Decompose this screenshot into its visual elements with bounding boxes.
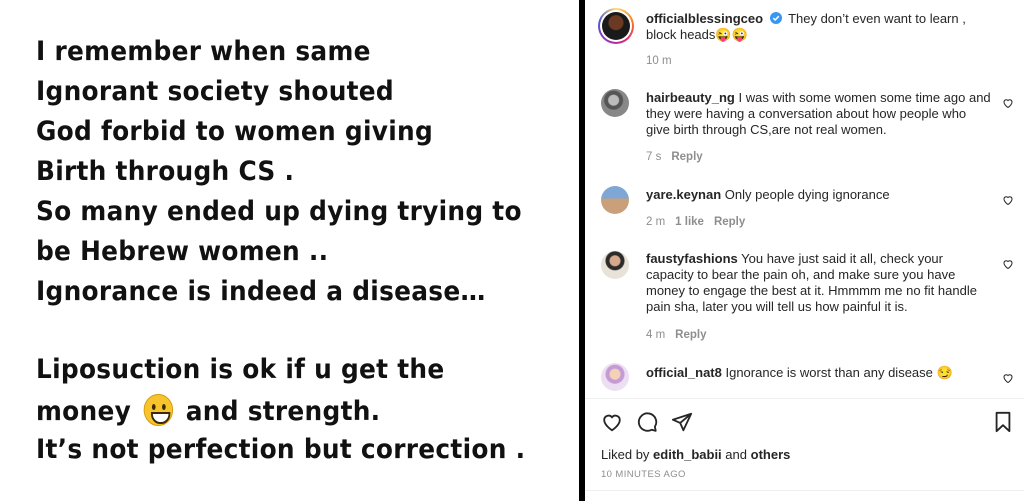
comment-text: Ignorance is worst than any disease 😏	[725, 365, 953, 380]
poster-image: I remember when same Ignorant society sh…	[0, 0, 580, 501]
reply-button[interactable]: Reply	[671, 151, 702, 163]
poster-line: I remember when same	[36, 36, 371, 67]
like-heart-icon[interactable]	[601, 411, 623, 433]
post-caption: officialblessingceo They don’t even want…	[646, 11, 996, 43]
author-avatar[interactable]	[598, 8, 634, 44]
share-icon[interactable]	[671, 411, 693, 433]
grinning-face-emoji-icon	[143, 394, 174, 426]
poster-line: It’s not perfection but correction .	[36, 434, 526, 465]
comment-meta: 4 m Reply	[646, 329, 707, 341]
heart-icon[interactable]	[1002, 258, 1014, 270]
poster-line: Ignorant society shouted	[36, 76, 394, 107]
poster-line-money: money and strength.	[36, 394, 380, 427]
comment: faustyfashions You have just said it all…	[646, 251, 991, 315]
reply-button[interactable]: Reply	[714, 216, 745, 228]
comment-age: 4 m	[646, 329, 666, 341]
poster-line: Ignorance is indeed a disease…	[36, 276, 486, 307]
poster-line: So many ended up dying trying to	[36, 196, 522, 227]
comment-age: 2 m	[646, 216, 666, 228]
reply-button[interactable]: Reply	[675, 329, 706, 341]
comment-age: 7 s	[646, 151, 662, 163]
comment-username[interactable]: hairbeauty_ng	[646, 90, 735, 105]
comment: yare.keynan Only people dying ignorance	[646, 187, 991, 203]
separator	[585, 398, 1024, 399]
avatar[interactable]	[601, 89, 629, 117]
poster-line: Birth through CS .	[36, 156, 295, 187]
likes-prefix: Liked by	[601, 447, 650, 462]
comment-icon[interactable]	[636, 411, 658, 433]
comment-likes[interactable]: 1 like	[675, 216, 704, 228]
poster-line: be Hebrew women ..	[36, 236, 329, 267]
avatar[interactable]	[601, 363, 629, 391]
heart-icon[interactable]	[1002, 194, 1014, 206]
comment-text: Only people dying ignorance	[724, 187, 890, 202]
poster-word: and strength.	[185, 396, 381, 427]
likes-joiner: and	[725, 447, 747, 462]
liked-by-user[interactable]: edith_babii	[653, 447, 722, 462]
avatar[interactable]	[601, 186, 629, 214]
avatar[interactable]	[601, 251, 629, 279]
comments-panel: officialblessingceo They don’t even want…	[585, 0, 1024, 501]
likes-summary: Liked by edith_babii and others	[601, 447, 790, 462]
comment-username[interactable]: official_nat8	[646, 365, 722, 380]
author-username[interactable]: officialblessingceo	[646, 11, 763, 26]
verified-badge-icon	[769, 12, 782, 24]
comment: official_nat8 Ignorance is worst than an…	[646, 365, 991, 381]
comment: hairbeauty_ng I was with some women some…	[646, 90, 991, 138]
separator	[585, 490, 1024, 491]
post-age: 10 m	[646, 55, 672, 67]
comment-meta: 2 m 1 like Reply	[646, 216, 745, 228]
bookmark-icon[interactable]	[993, 411, 1013, 433]
comment-username[interactable]: faustyfashions	[646, 251, 738, 266]
likes-others[interactable]: others	[751, 447, 791, 462]
poster-line: God forbid to women giving	[36, 116, 434, 147]
poster-word: money	[36, 396, 132, 427]
heart-icon[interactable]	[1002, 97, 1014, 109]
avatar-icon	[602, 12, 630, 40]
comment-username[interactable]: yare.keynan	[646, 187, 721, 202]
comment-meta: 7 s Reply	[646, 151, 703, 163]
heart-icon[interactable]	[1002, 372, 1014, 384]
poster-line: Liposuction is ok if u get the	[36, 354, 445, 385]
post-timestamp: 10 MINUTES AGO	[601, 469, 686, 480]
